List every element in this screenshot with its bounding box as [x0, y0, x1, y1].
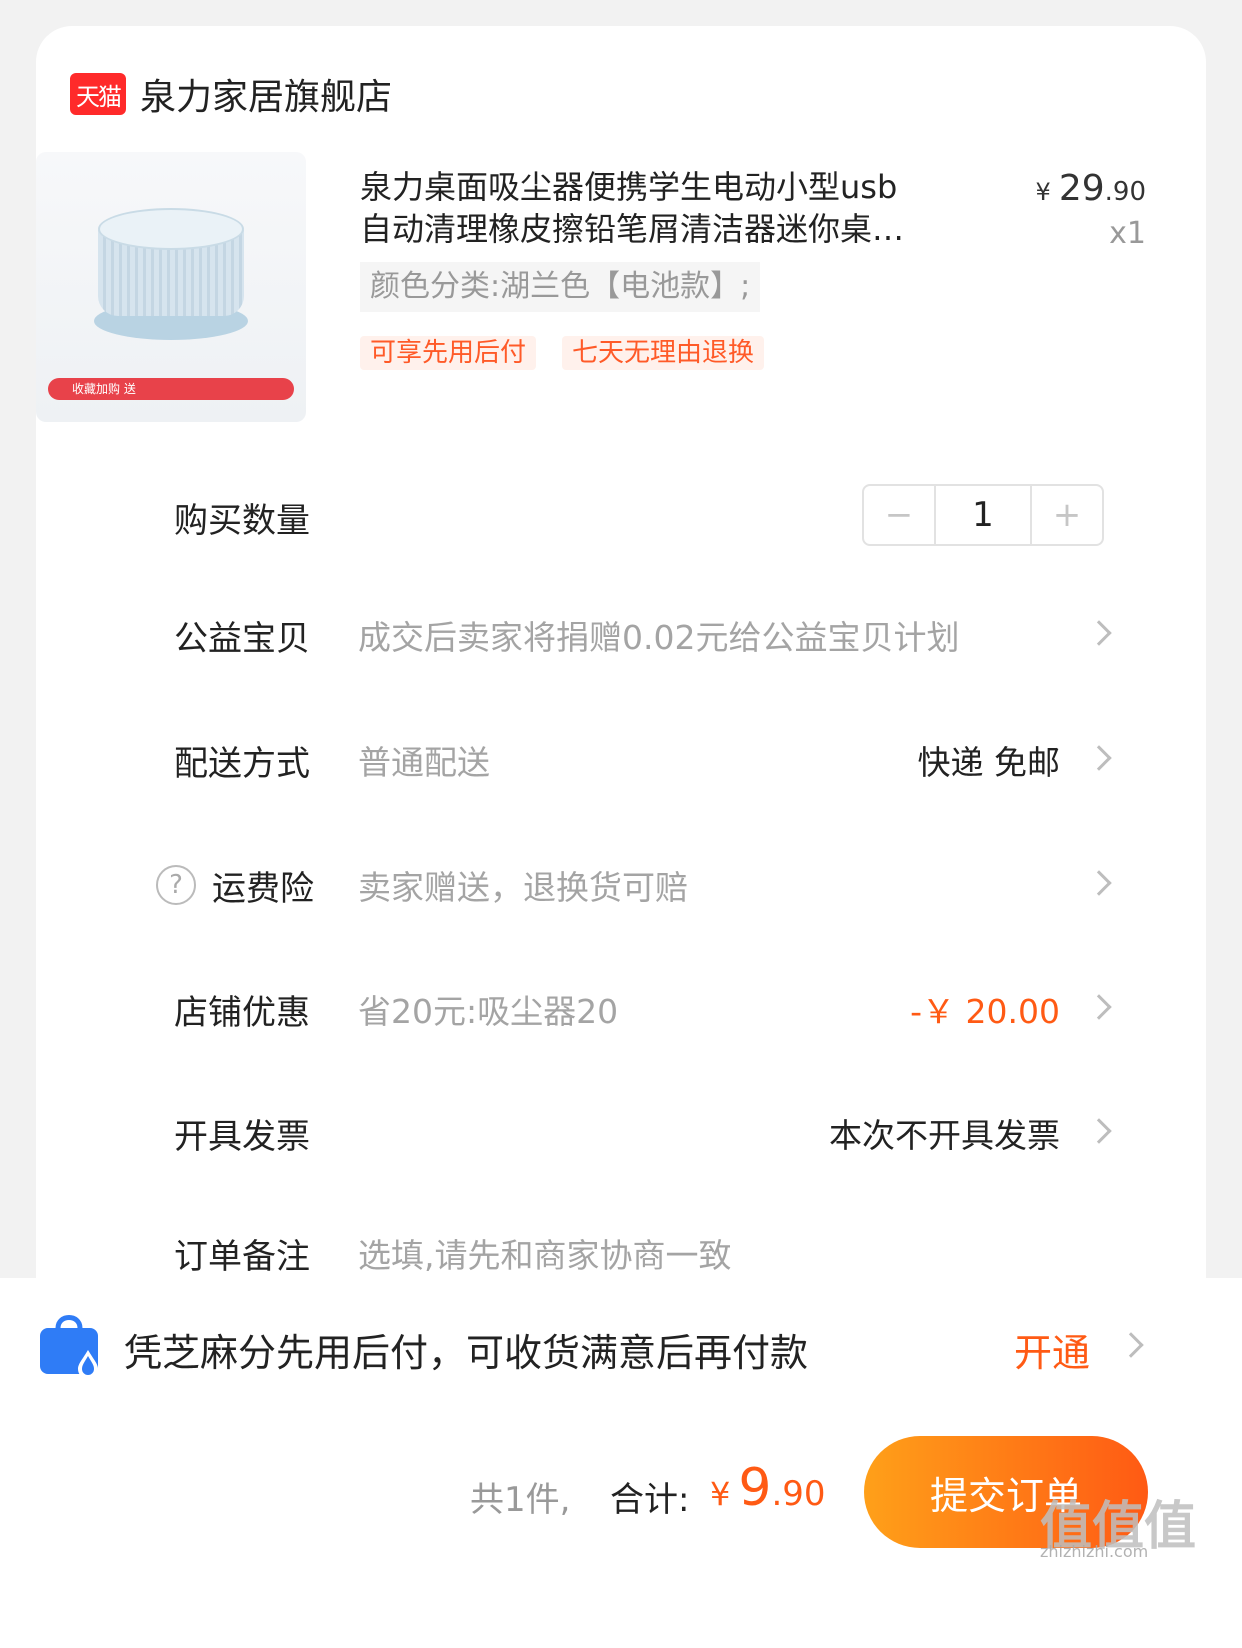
- help-icon[interactable]: ?: [156, 865, 196, 905]
- pay-later-text: 凭芝麻分先用后付，可收货满意后再付款: [124, 1331, 809, 1375]
- total-main: 9: [738, 1458, 772, 1518]
- discount-label: 店铺优惠: [174, 992, 310, 1033]
- product-title-line: 自动清理橡皮擦铅笔屑清洁器迷你桌…: [360, 210, 905, 248]
- delivery-desc: 普通配送: [358, 743, 490, 782]
- total-decimal: .90: [771, 1474, 826, 1514]
- quantity-stepper[interactable]: − 1 +: [862, 484, 1104, 546]
- insurance-desc: 卖家赠送，退换货可赔: [358, 868, 688, 907]
- charity-desc: 成交后卖家将捐赠0.02元给公益宝贝计划: [358, 618, 960, 657]
- product-title[interactable]: 泉力桌面吸尘器便携学生电动小型usb 自动清理橡皮擦铅笔屑清洁器迷你桌…: [360, 166, 960, 250]
- note-row: 订单备注 选填,请先和商家协商一致: [174, 1228, 1114, 1278]
- tag-pay-later: 可享先用后付: [360, 336, 537, 370]
- pay-later-open-link[interactable]: 开通: [1014, 1322, 1090, 1377]
- discount-desc: 省20元:吸尘器20: [358, 992, 619, 1031]
- chevron-right-icon: [1086, 620, 1112, 646]
- item-count: 共1件,: [470, 1480, 571, 1520]
- product-price: ¥29.90: [1036, 168, 1146, 209]
- invoice-value: 本次不开具发票: [829, 1116, 1060, 1155]
- quantity-value[interactable]: 1: [934, 486, 1032, 544]
- product-image[interactable]: 收藏加购 送: [36, 152, 306, 422]
- chevron-right-icon: [1086, 870, 1112, 896]
- image-promo-strip: 收藏加购 送: [48, 378, 294, 400]
- quantity-label: 购买数量: [174, 500, 310, 541]
- price-decimal: .90: [1104, 177, 1146, 207]
- sku-selector[interactable]: 颜色分类:湖兰色【电池款】;: [360, 262, 761, 312]
- total-currency: ¥: [710, 1475, 731, 1513]
- delivery-row[interactable]: 配送方式 普通配送 快递 免邮: [174, 735, 1114, 785]
- delivery-label: 配送方式: [174, 743, 310, 784]
- increase-button[interactable]: +: [1032, 486, 1102, 544]
- chevron-right-icon: [1086, 994, 1112, 1020]
- price-main: 29: [1058, 168, 1105, 209]
- tag-seven-day-return: 七天无理由退换: [562, 336, 765, 370]
- product-quantity: x1: [1109, 216, 1146, 251]
- product-title-line: 泉力桌面吸尘器便携学生电动小型usb: [360, 168, 898, 206]
- vacuum-top-shape: [98, 208, 244, 250]
- discount-value: -￥ 20.00: [910, 992, 1060, 1031]
- tmall-logo-icon: 天猫: [70, 73, 126, 115]
- note-input[interactable]: 选填,请先和商家协商一致: [358, 1229, 732, 1277]
- decrease-button[interactable]: −: [864, 486, 934, 544]
- charity-row[interactable]: 公益宝贝 成交后卖家将捐赠0.02元给公益宝贝计划: [174, 610, 1114, 660]
- price-currency: ¥: [1035, 178, 1051, 206]
- invoice-label: 开具发票: [174, 1116, 310, 1157]
- chevron-right-icon: [1086, 745, 1112, 771]
- delivery-value: 快递 免邮: [917, 743, 1061, 782]
- insurance-label: 运费险: [212, 868, 314, 909]
- total-label: 合计:: [610, 1480, 690, 1520]
- shop-header[interactable]: 天猫 泉力家居旗舰店: [70, 68, 392, 120]
- charity-label: 公益宝贝: [174, 618, 310, 659]
- insurance-row[interactable]: ? 运费险 卖家赠送，退换货可赔: [156, 860, 1114, 910]
- discount-row[interactable]: 店铺优惠 省20元:吸尘器20 -￥ 20.00: [174, 984, 1114, 1034]
- shopping-bag-icon: [40, 1315, 98, 1379]
- invoice-row[interactable]: 开具发票 本次不开具发票: [174, 1108, 1114, 1158]
- total-amount: ¥9.90: [710, 1458, 826, 1518]
- watermark-url: zhizhizhi.com: [1040, 1542, 1149, 1561]
- shop-name: 泉力家居旗舰店: [140, 77, 393, 118]
- note-label: 订单备注: [174, 1236, 310, 1277]
- chevron-right-icon: [1086, 1118, 1112, 1144]
